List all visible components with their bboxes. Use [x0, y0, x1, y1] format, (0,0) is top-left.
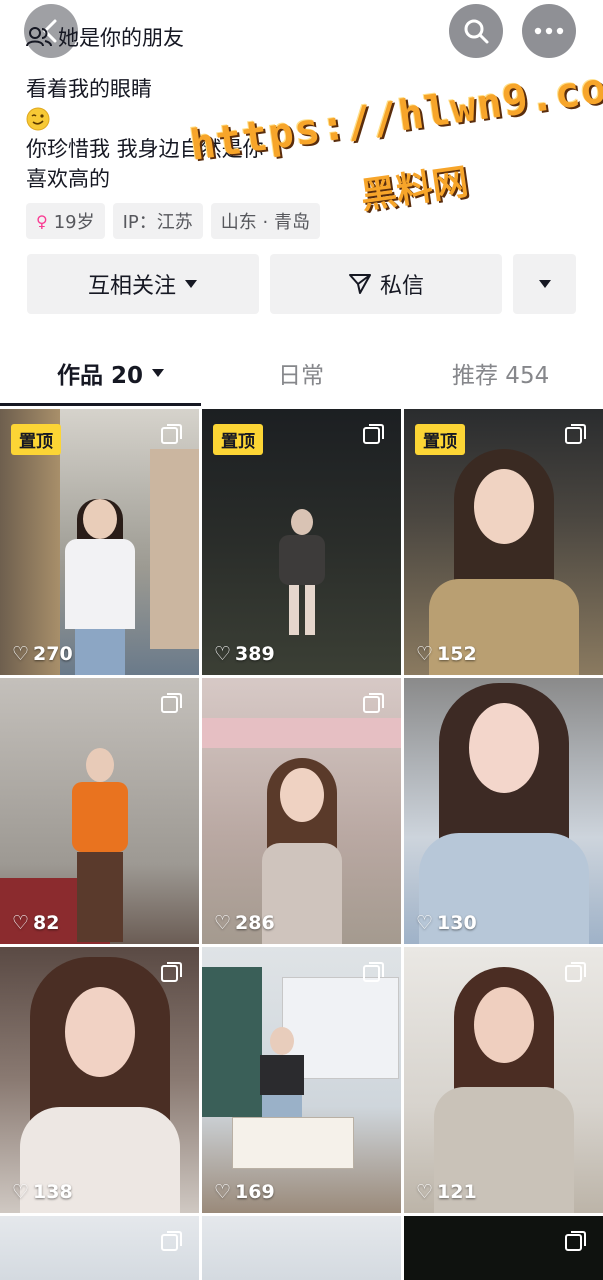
video-thumbnail[interactable]: ♡ 130 — [404, 678, 603, 944]
caret-down-icon — [185, 280, 197, 288]
video-thumbnail[interactable]: ♡ 138 — [0, 947, 199, 1213]
like-count-label: 121 — [437, 1181, 477, 1203]
like-count: ♡ 152 — [416, 643, 477, 665]
tab-recommend-label: 推荐 454 — [452, 363, 550, 389]
video-thumbnail[interactable]: 置顶 ♡ 152 — [404, 409, 603, 675]
video-thumbnail[interactable]: ♡ 286 — [202, 678, 401, 944]
like-count-label: 286 — [235, 912, 275, 934]
like-count: ♡ 389 — [214, 643, 275, 665]
like-count: ♡ 270 — [12, 643, 73, 665]
like-count-label: 169 — [235, 1181, 275, 1203]
location-label: 山东 · 青岛 — [220, 212, 310, 233]
profile-tags: ♀ 19岁 IP：江苏 山东 · 青岛 — [26, 203, 320, 239]
video-thumbnail[interactable]: 置顶 ♡ 270 — [0, 409, 199, 675]
active-tab-indicator — [0, 403, 201, 406]
more-button[interactable] — [522, 4, 576, 58]
video-thumbnail[interactable] — [404, 1216, 603, 1280]
search-button[interactable] — [449, 4, 503, 58]
heart-icon: ♡ — [214, 643, 232, 665]
multi-image-icon — [363, 962, 384, 982]
friend-indicator: 她是你的朋友 — [26, 22, 184, 52]
like-count-label: 152 — [437, 643, 477, 665]
multi-image-icon — [161, 693, 182, 713]
watermark-name: 黑料网 — [358, 161, 471, 218]
message-label: 私信 — [379, 274, 424, 299]
heart-icon: ♡ — [416, 643, 434, 665]
multi-image-icon — [161, 1231, 182, 1251]
video-thumbnail[interactable]: 置顶 ♡ 389 — [202, 409, 401, 675]
heart-icon: ♡ — [214, 912, 232, 934]
like-count: ♡ 169 — [214, 1181, 275, 1203]
multi-image-icon — [161, 424, 182, 444]
female-icon: ♀ — [36, 211, 48, 231]
more-icon — [534, 27, 564, 35]
like-count-label: 130 — [437, 912, 477, 934]
follow-label: 互相关注 — [87, 274, 176, 299]
friend-label: 她是你的朋友 — [58, 26, 184, 50]
bio-line: 喜欢高的 — [26, 167, 110, 191]
ip-tag: IP：江苏 — [112, 203, 203, 239]
heart-icon: ♡ — [12, 1181, 30, 1203]
video-thumbnail[interactable]: ♡ 82 — [0, 678, 199, 944]
tab-recommend[interactable]: 推荐 454 — [452, 356, 549, 390]
tab-daily-label: 日常 — [278, 363, 324, 389]
heart-icon: ♡ — [416, 912, 434, 934]
like-count-label: 138 — [33, 1181, 73, 1203]
multi-image-icon — [161, 962, 182, 982]
video-thumbnail[interactable]: ♡ 121 — [404, 947, 603, 1213]
multi-image-icon — [363, 693, 384, 713]
caret-down-icon — [152, 369, 165, 377]
like-count: ♡ 138 — [12, 1181, 73, 1203]
like-count-label: 270 — [33, 643, 73, 665]
ip-label: IP：江苏 — [122, 212, 193, 233]
tab-works-label: 作品 20 — [57, 363, 144, 389]
like-count: ♡ 286 — [214, 912, 275, 934]
message-button[interactable]: 私信 — [270, 254, 502, 314]
heart-icon: ♡ — [214, 1181, 232, 1203]
like-count: ♡ 82 — [12, 912, 60, 934]
age-label: 19岁 — [53, 212, 95, 233]
pinned-badge: 置顶 — [213, 424, 263, 455]
pinned-badge: 置顶 — [415, 424, 465, 455]
search-icon — [464, 19, 489, 44]
like-count: ♡ 130 — [416, 912, 477, 934]
tab-daily[interactable]: 日常 — [278, 356, 324, 390]
friends-icon — [26, 27, 52, 47]
age-tag: ♀ 19岁 — [26, 203, 105, 239]
like-count: ♡ 121 — [416, 1181, 477, 1203]
multi-image-icon — [565, 424, 586, 444]
mutual-follow-button[interactable]: 互相关注 — [27, 254, 259, 314]
multi-image-icon — [565, 1231, 586, 1251]
location-tag: 山东 · 青岛 — [210, 203, 320, 239]
tab-works[interactable]: 作品 20 — [57, 356, 165, 390]
video-thumbnail[interactable] — [202, 1216, 401, 1280]
heart-icon: ♡ — [12, 912, 30, 934]
caret-down-icon — [538, 280, 551, 288]
multi-image-icon — [565, 962, 586, 982]
send-icon — [348, 274, 371, 294]
pinned-badge: 置顶 — [11, 424, 61, 455]
heart-icon: ♡ — [12, 643, 30, 665]
video-thumbnail[interactable] — [0, 1216, 199, 1280]
video-thumbnail[interactable]: ♡ 169 — [202, 947, 401, 1213]
multi-image-icon — [363, 424, 384, 444]
like-count-label: 389 — [235, 643, 275, 665]
heart-icon: ♡ — [416, 1181, 434, 1203]
like-count-label: 82 — [33, 912, 60, 934]
bio-line: 看着我的眼睛 — [26, 77, 152, 101]
expand-button[interactable] — [513, 254, 576, 314]
